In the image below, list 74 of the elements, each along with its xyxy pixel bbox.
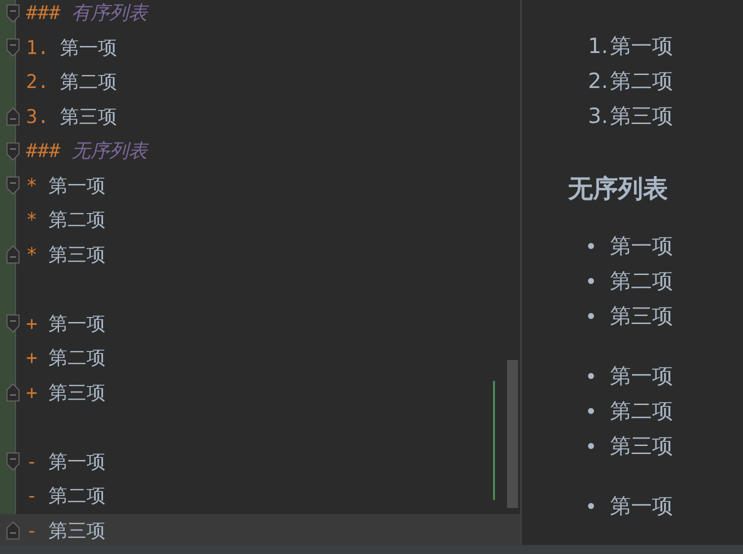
code-line[interactable]: ### 有序列表 [0,0,520,30]
list-item-text: 第三项 [48,380,106,406]
markdown-marker: ### [26,2,60,24]
list-number: 1. [588,34,608,58]
list-number: 2. [588,68,608,92]
code-line[interactable]: * 第一项 [0,168,520,203]
markdown-marker: - [26,520,38,542]
list-item-text: 第一项 [610,232,673,260]
fold-icon[interactable] [6,176,20,196]
list-item-text: 第三项 [60,104,117,130]
code-line[interactable]: 2. 第二项 [0,65,520,100]
code-editor[interactable]: ### 有序列表 1. 第一项 2. 第二项 3. 第三项 ### 无序列表 * 第一项 * 第二项 * 第三项 + 第一项 + 第二项 + 第三项 - 第一项 - 第二项 - 第三项 [0,0,522,545]
list-item-text: 第二项 [60,70,117,96]
list-item-text: 第三项 [610,302,673,330]
list-item-text: 第一项 [48,312,106,337]
list-item-text: 第一项 [48,450,106,475]
markdown-marker: + [26,347,38,370]
list-item-text: 第二项 [610,398,673,424]
bullet-icon [588,278,594,284]
fold-icon[interactable] [6,142,20,161]
list-item-text: 第一项 [610,492,673,520]
bullet-icon [588,502,594,508]
fold-icon[interactable] [6,4,20,23]
list-item-text: 第一项 [48,174,106,199]
code-line[interactable]: * 第三项 [0,238,520,272]
code-line[interactable]: * 第二项 [0,203,520,238]
markdown-marker: + [26,382,38,404]
fold-icon[interactable] [6,245,20,264]
list-item-text: 第二项 [610,68,674,94]
list-item-text: 第一项 [610,362,673,390]
list-number: 3. [588,104,608,128]
fold-icon[interactable] [6,452,20,472]
list-item-text: 第一项 [610,32,674,60]
bullet-icon [588,242,594,248]
bullet-icon [588,312,594,318]
code-line[interactable]: ### 无序列表 [0,134,520,168]
preview-heading: 无序列表 [568,172,669,204]
bullet-icon [588,408,594,414]
list-item-text: 第二项 [48,208,106,234]
fold-icon[interactable] [6,314,20,334]
list-item-text: 第三项 [610,432,673,460]
fold-icon[interactable] [6,38,20,58]
heading-text: 无序列表 [71,139,148,164]
code-line[interactable]: + 第三项 [0,376,520,410]
markdown-marker: * [26,209,38,232]
markdown-marker: - [26,485,38,508]
code-line[interactable]: + 第一项 [0,306,520,341]
markdown-marker: 2. [26,71,49,94]
list-item-text: 第三项 [610,102,674,130]
markdown-marker: 3. [26,106,49,128]
markdown-marker: ### [26,140,60,162]
list-item-text: 第一项 [60,36,117,61]
markdown-marker: + [26,312,38,335]
fold-icon[interactable] [6,107,20,126]
list-item-text: 第二项 [48,346,106,372]
fold-icon[interactable] [6,521,20,540]
list-item-text: 第三项 [48,242,106,268]
code-line[interactable]: + 第二项 [0,341,520,376]
fold-icon[interactable] [6,383,20,402]
heading-text: 有序列表 [71,1,148,26]
code-line[interactable]: - 第二项 [0,479,520,514]
markdown-marker: - [26,450,38,473]
markdown-marker: * [26,174,38,197]
bullet-icon [588,372,594,378]
code-line[interactable]: 3. 第三项 [0,100,520,134]
list-item-text: 第二项 [48,484,106,510]
markdown-marker: 1. [26,36,49,59]
markdown-marker: * [26,244,38,266]
bullet-icon [588,442,594,448]
scrollbar-thumb[interactable] [507,360,518,508]
code-line[interactable]: 1. 第一项 [0,30,520,65]
list-item-text: 第三项 [48,518,106,544]
code-line[interactable]: - 第一项 [0,444,520,479]
list-item-text: 第二项 [610,268,673,294]
